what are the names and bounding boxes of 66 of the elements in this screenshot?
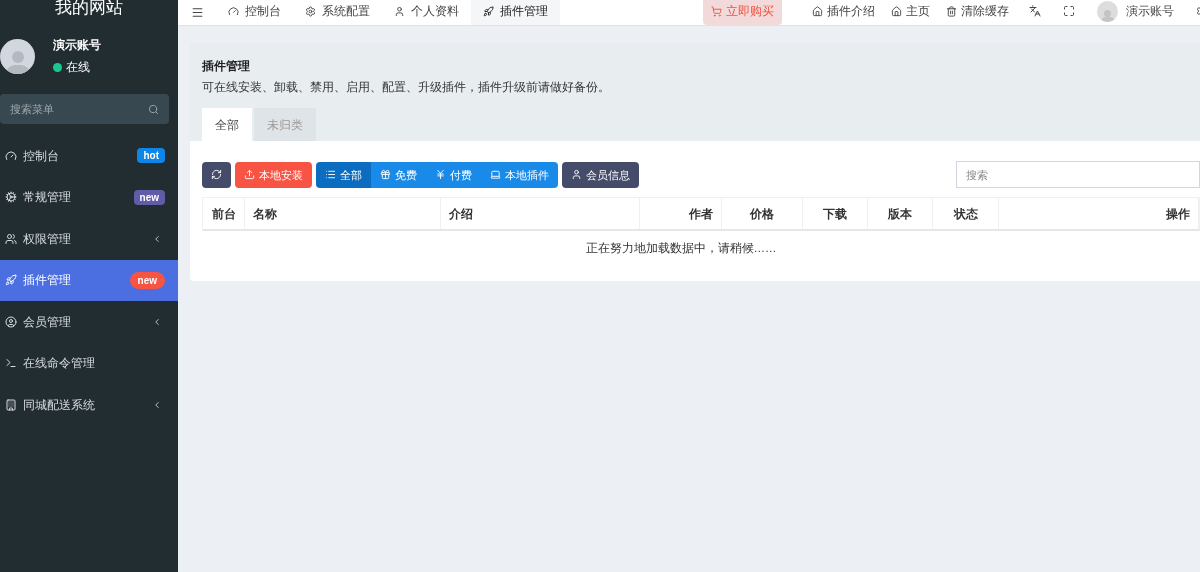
search-field[interactable]: 搜索	[956, 161, 1200, 189]
filter-button[interactable]: 免费	[371, 161, 426, 188]
sidebar-menu-item[interactable]: 权限管理	[0, 218, 178, 260]
terminal-icon	[5, 357, 17, 370]
column-header: 操作	[999, 198, 1199, 230]
sidebar-menu-item[interactable]: 插件管理 new	[0, 259, 178, 301]
column-header: 介绍	[441, 198, 640, 230]
laptop-icon	[490, 169, 501, 181]
rocket-icon	[483, 5, 494, 17]
list-icon	[325, 169, 336, 181]
trash-icon	[946, 5, 957, 17]
fullscreen-icon[interactable]	[1063, 5, 1075, 17]
user-icon	[571, 169, 582, 181]
column-header: 下载	[803, 198, 868, 230]
user-status: 在线	[66, 59, 90, 76]
column-header: 名称	[245, 198, 441, 230]
upload-icon	[244, 169, 255, 181]
refresh-icon	[211, 169, 222, 181]
home-icon	[891, 5, 902, 17]
menu-badge: new	[129, 271, 165, 289]
category-tab[interactable]: 全部	[202, 108, 252, 142]
settings-icon	[305, 5, 316, 17]
yen-icon	[435, 169, 446, 181]
top-tab[interactable]: 系统配置	[293, 0, 382, 25]
filter-button[interactable]: 全部	[316, 161, 371, 188]
panel-title: 插件管理	[202, 58, 251, 75]
top-link[interactable]: 主页	[883, 0, 938, 25]
menu-badge: new	[133, 189, 165, 205]
dashboard-icon	[228, 5, 239, 17]
cart-icon	[711, 5, 722, 17]
panel-description: 可在线安装、卸载、禁用、启用、配置、升级插件，插件升级前请做好备份。	[202, 80, 611, 95]
filter-button[interactable]: 本地插件	[481, 161, 558, 188]
sidebar-menu-item[interactable]: 控制台 hot	[0, 135, 178, 177]
sidebar-menu-item[interactable]: 常规管理 new	[0, 176, 178, 218]
top-user-menu[interactable]: 演示账号	[1085, 0, 1186, 25]
users-icon	[5, 232, 17, 245]
sidebar-menu-item[interactable]: 同城配送系统	[0, 384, 178, 426]
user-icon	[394, 5, 405, 17]
loading-message: 正在努力地加载数据中，请稍候……	[585, 241, 777, 257]
avatar	[0, 38, 35, 74]
sidebar-menu-item[interactable]: 会员管理	[0, 301, 178, 343]
column-header: 状态	[933, 198, 999, 230]
column-header: 作者	[640, 198, 722, 230]
home-icon	[812, 5, 823, 17]
top-link[interactable]: 插件介绍	[804, 0, 883, 25]
filter-button[interactable]: 付费	[426, 161, 481, 188]
column-header: 前台	[203, 198, 245, 230]
top-tab[interactable]: 插件管理	[471, 0, 560, 25]
column-header: 版本	[868, 198, 933, 230]
menu-icon[interactable]	[190, 6, 204, 19]
search-icon	[148, 104, 159, 115]
member-info-button[interactable]: 会员信息	[562, 161, 639, 188]
rocket-icon	[5, 274, 17, 287]
sidebar-menu-item[interactable]: 在线命令管理	[0, 342, 178, 384]
menu-search-field[interactable]: 搜索菜单	[0, 94, 169, 124]
top-link[interactable]: 清除缓存	[938, 0, 1017, 25]
top-tab[interactable]: 个人资料	[382, 0, 471, 25]
user-name: 演示账号	[53, 37, 101, 54]
column-header: 价格	[722, 198, 803, 230]
top-tab[interactable]: 控制台	[216, 0, 293, 25]
dashboard-icon	[5, 149, 17, 162]
menu-badge: hot	[137, 148, 165, 164]
translate-icon[interactable]	[1029, 5, 1041, 17]
refresh-button[interactable]	[202, 161, 231, 188]
gift-icon	[380, 169, 391, 181]
user-circle-icon	[5, 315, 17, 328]
